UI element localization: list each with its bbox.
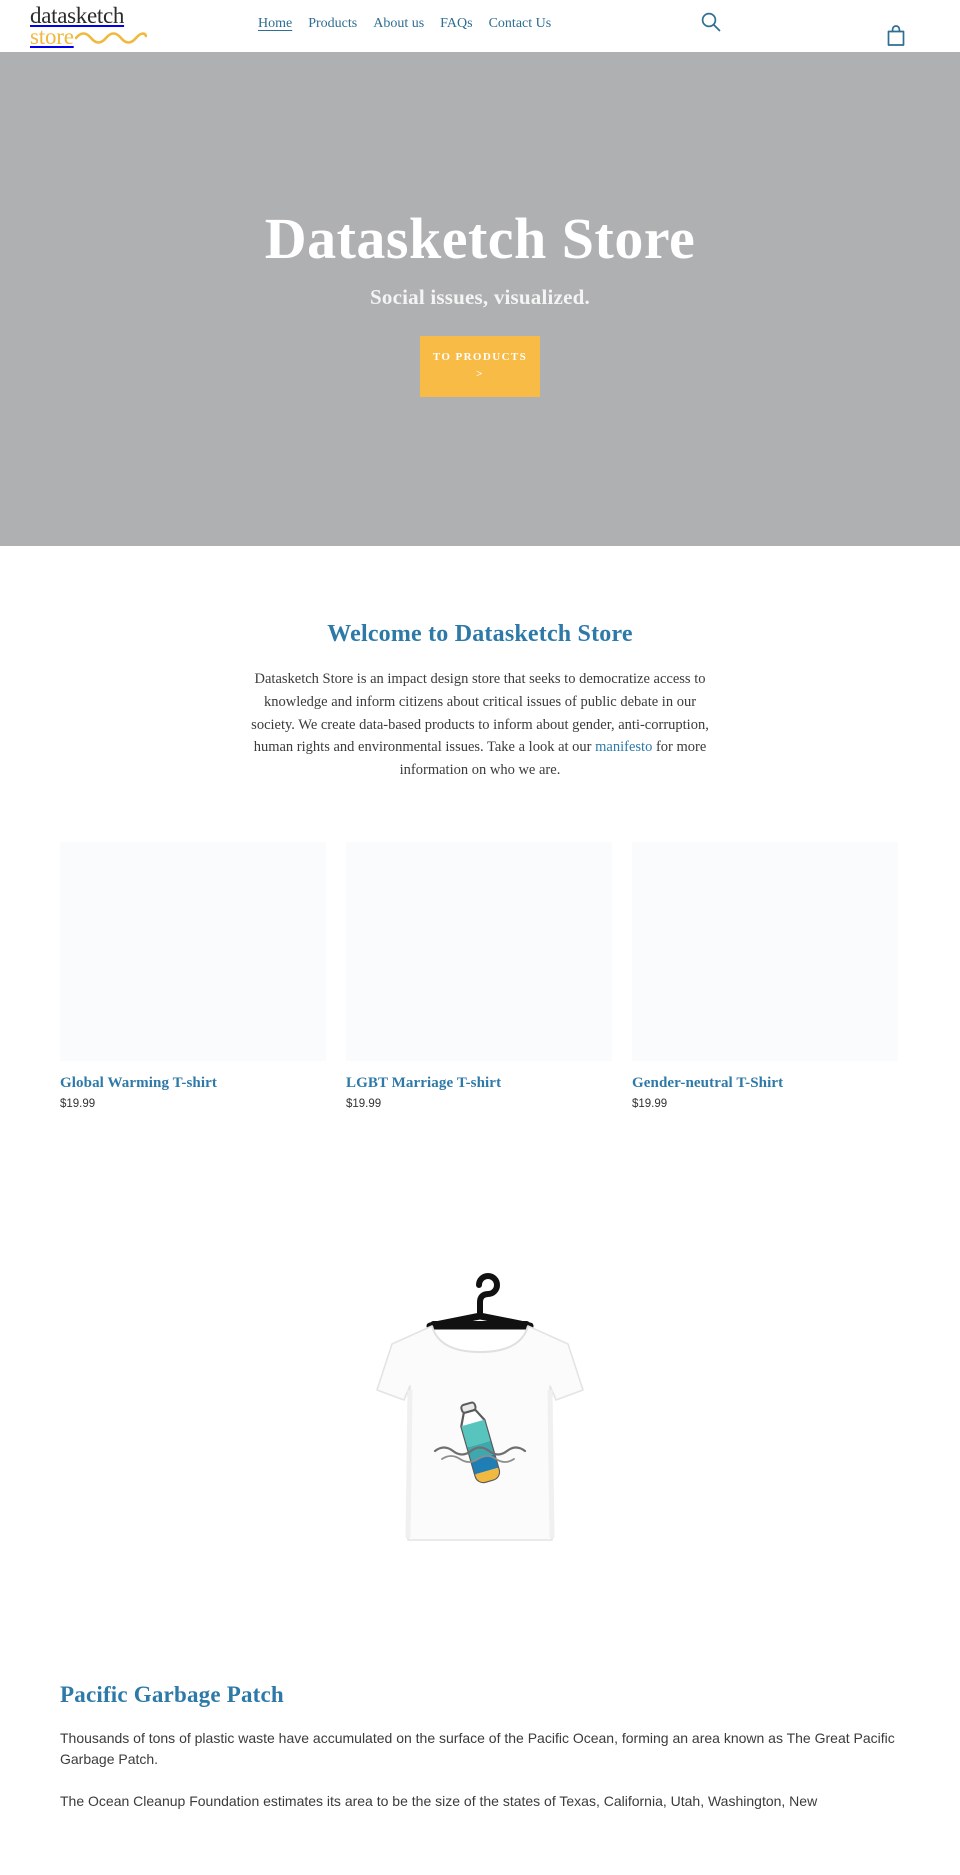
site-header: datasketch store Home Products About us …: [0, 0, 960, 52]
product-price: $19.99: [60, 1097, 96, 1110]
welcome-section: Welcome to Datasketch Store Datasketch S…: [0, 546, 960, 782]
nav-item-products[interactable]: Products: [308, 16, 357, 32]
hero-banner: Datasketch Store Social issues, visualiz…: [0, 52, 960, 546]
tshirt-illustration: [280, 1239, 680, 1640]
feature-title: Pacific Garbage Patch: [60, 1681, 284, 1707]
hero-title: Datasketch Store: [264, 206, 696, 271]
to-products-button-label: TO PRODUCTS: [432, 350, 528, 363]
nav-item-faqs[interactable]: FAQs: [440, 16, 472, 32]
product-title: Gender-neutral T-Shirt: [632, 1074, 784, 1091]
nav-item-about-us[interactable]: About us: [373, 16, 424, 32]
product-card-global-warming[interactable]: Global Warming T-shirt $19.99: [60, 841, 326, 1110]
logo-wave-icon: [74, 31, 147, 44]
product-card-lgbt-marriage[interactable]: LGBT Marriage T-shirt $19.99: [346, 841, 612, 1110]
featured-products-grid: Global Warming T-shirt $19.99 LGBT Marri…: [60, 841, 900, 1110]
nav-item-home[interactable]: Home: [258, 16, 292, 32]
main-navigation: Home Products About us FAQs Contact Us: [258, 16, 551, 32]
product-price: $19.99: [346, 1097, 382, 1110]
product-price: $19.99: [632, 1097, 668, 1110]
chevron-right-icon: >: [476, 367, 484, 380]
manifesto-link[interactable]: manifesto: [595, 739, 652, 755]
product-title: LGBT Marriage T-shirt: [346, 1074, 502, 1091]
welcome-paragraph: Datasketch Store is an impact design sto…: [250, 668, 710, 782]
product-thumbnail: [60, 841, 326, 1061]
feature-paragraph-1: Thousands of tons of plastic waste have …: [60, 1729, 895, 1768]
product-card-gender-neutral[interactable]: Gender-neutral T-Shirt $19.99: [632, 841, 898, 1110]
logo-text-store: store: [30, 24, 74, 49]
hero-subtitle: Social issues, visualized.: [370, 284, 590, 309]
feature-tshirt-image: [280, 1239, 680, 1640]
shopping-bag-icon[interactable]: [884, 24, 908, 50]
feature-paragraph-2: The Ocean Cleanup Foundation estimates i…: [60, 1793, 818, 1810]
site-logo[interactable]: datasketch store: [30, 4, 147, 48]
welcome-title: Welcome to Datasketch Store: [327, 621, 633, 647]
nav-item-contact-us[interactable]: Contact Us: [489, 16, 552, 32]
to-products-button[interactable]: TO PRODUCTS >: [420, 335, 540, 397]
feature-text-block: Pacific Garbage Patch Thousands of tons …: [60, 1682, 900, 1823]
product-thumbnail: [632, 841, 898, 1061]
search-icon[interactable]: [698, 10, 724, 36]
product-thumbnail: [346, 841, 612, 1061]
feature-section: Pacific Garbage Patch Thousands of tons …: [0, 1239, 960, 1823]
product-title: Global Warming T-shirt: [60, 1074, 217, 1091]
